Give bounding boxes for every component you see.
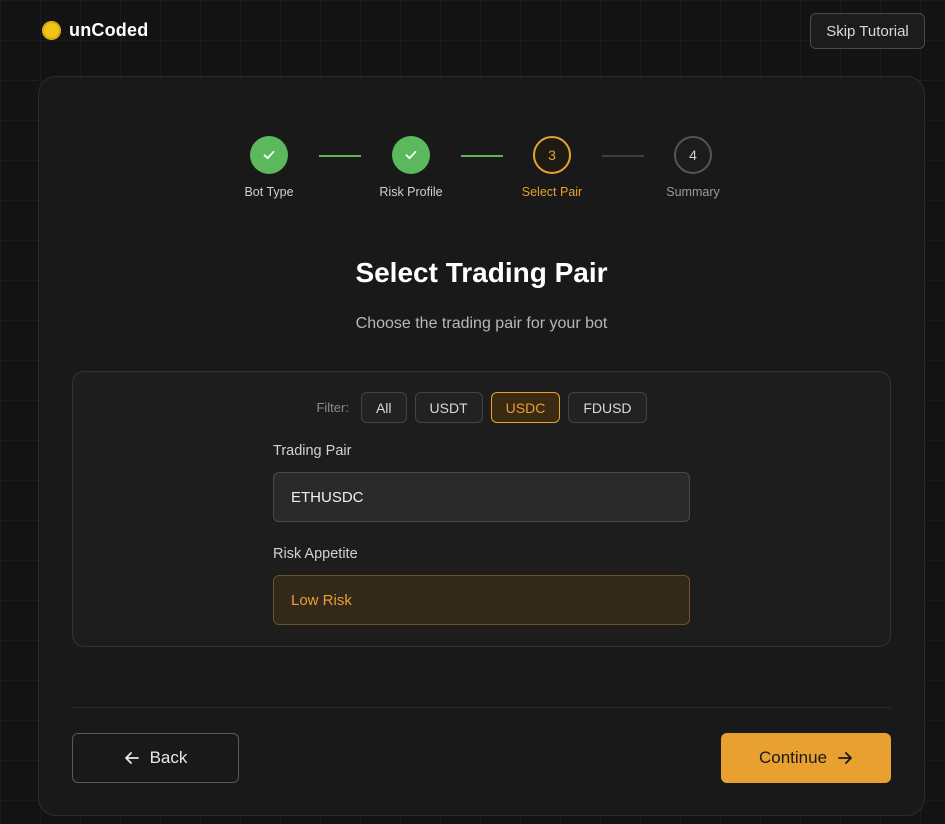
brand-name: unCoded (69, 20, 149, 40)
step-label: Summary (666, 185, 720, 199)
risk-appetite-field[interactable]: Low Risk (273, 575, 690, 625)
risk-appetite-label: Risk Appetite (273, 546, 358, 562)
pair-selection-panel: Filter: All USDT USDC FDUSD Trading Pair… (72, 371, 891, 647)
trading-pair-select[interactable]: ETHUSDC (273, 472, 690, 522)
step-bot-type[interactable]: Bot Type (214, 136, 324, 199)
arrow-left-icon (124, 750, 140, 766)
back-button[interactable]: Back (72, 733, 239, 783)
filter-chip-fdusd[interactable]: FDUSD (568, 392, 647, 423)
brand-dot-icon (42, 21, 61, 40)
step-connector (319, 155, 361, 157)
back-button-label: Back (149, 748, 188, 767)
filter-chip-usdc[interactable]: USDC (490, 392, 561, 423)
check-icon (262, 148, 276, 162)
trading-pair-label: Trading Pair (273, 443, 352, 459)
step-summary[interactable]: 4 Summary (638, 136, 748, 199)
step-label: Risk Profile (379, 185, 443, 199)
footer-divider (72, 707, 891, 708)
step-complete-indicator (392, 136, 430, 174)
wizard-card: Bot Type Risk Profile 3 Select Pair 4 Su… (38, 76, 925, 816)
continue-button[interactable]: Continue (721, 733, 891, 783)
filter-chip-all[interactable]: All (360, 392, 407, 423)
step-number-indicator: 4 (674, 136, 712, 174)
filter-bar: Filter: All USDT USDC FDUSD (73, 392, 890, 423)
step-number-indicator: 3 (533, 136, 571, 174)
skip-tutorial-button[interactable]: Skip Tutorial (810, 13, 925, 49)
brand-logo[interactable]: unCoded (42, 20, 148, 41)
step-label: Select Pair (521, 185, 583, 199)
step-label: Bot Type (244, 185, 294, 199)
filter-label: Filter: (316, 400, 349, 415)
step-complete-indicator (250, 136, 288, 174)
continue-button-label: Continue (758, 748, 828, 767)
step-risk-profile[interactable]: Risk Profile (356, 136, 466, 199)
page-subtitle: Choose the trading pair for your bot (355, 315, 608, 332)
check-icon (404, 148, 418, 162)
page-title: Select Trading Pair (355, 257, 608, 288)
arrow-right-icon (837, 750, 853, 766)
step-select-pair[interactable]: 3 Select Pair (497, 136, 607, 199)
filter-chip-usdt[interactable]: USDT (414, 392, 483, 423)
